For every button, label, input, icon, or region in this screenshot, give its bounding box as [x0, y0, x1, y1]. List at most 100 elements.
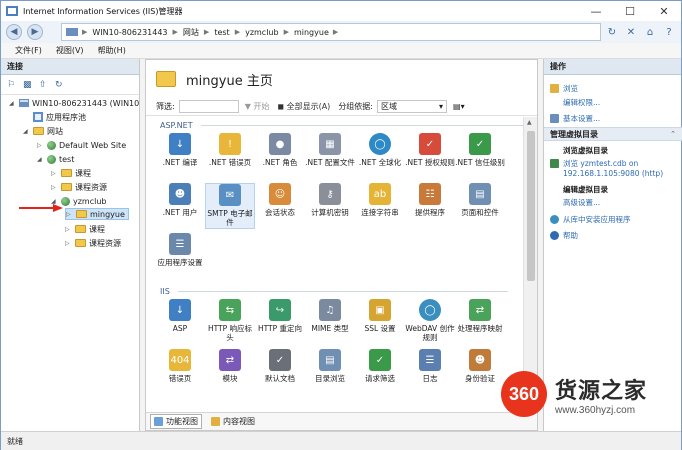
tree-node-course-2[interactable]: ▷ 课程 — [65, 223, 105, 235]
feature-pages-controls[interactable]: ▤ 页面和控件 — [455, 183, 505, 229]
home-icon[interactable]: ⌂ — [642, 24, 658, 40]
feature-webdav[interactable]: ◯ WebDAV 创作规则 — [405, 299, 455, 345]
feature-machine-key[interactable]: ⚷ 计算机密钥 — [305, 183, 355, 229]
refresh-icon[interactable]: ↻ — [604, 24, 620, 40]
expand-icon[interactable]: ▷ — [65, 226, 73, 233]
expand-icon[interactable]: ▷ — [51, 184, 59, 191]
feature-app-settings[interactable]: ☰ 应用程序设置 — [155, 233, 205, 279]
stop-icon[interactable]: ✕ — [623, 24, 639, 40]
forward-button[interactable]: ▶ — [27, 24, 43, 40]
tree-node-course-resources[interactable]: ▷ 课程资源 — [51, 181, 107, 193]
breadcrumb-mingyue[interactable]: mingyue — [294, 28, 329, 37]
action-install-from-gallery[interactable]: 从库中安装应用程序 — [550, 214, 631, 225]
feature-directory-browsing[interactable]: ▤ 目录浏览 — [305, 349, 355, 395]
tree-node-default-site[interactable]: ▷ Default Web Site — [37, 139, 126, 151]
tree-label: Default Web Site — [59, 140, 127, 150]
feature-request-filtering[interactable]: ✓ 请求筛选 — [355, 349, 405, 395]
globe-icon — [47, 140, 56, 150]
minimize-button[interactable]: — — [579, 1, 613, 21]
manage-vdir-section[interactable]: 管理虚拟目录 ⌃ — [544, 127, 682, 141]
feature-net-compile[interactable]: ↓ .NET 编译 — [155, 133, 205, 179]
feature-logging[interactable]: ☰ 日志 — [405, 349, 455, 395]
mime-icon: ♫ — [319, 299, 341, 321]
action-basic-settings[interactable]: 基本设置... — [550, 113, 600, 124]
collapse-icon[interactable]: ◢ — [9, 100, 17, 107]
breadcrumb-test[interactable]: test — [214, 28, 229, 37]
app-pool-icon — [33, 112, 43, 122]
close-button[interactable]: ✕ — [647, 1, 681, 21]
feature-http-response-headers[interactable]: ⇆ HTTP 响应标头 — [205, 299, 255, 345]
breadcrumb-yzmclub[interactable]: yzmclub — [245, 28, 279, 37]
filter-bar: 筛选: ▼ 开始 ◼ 全部显示(A) 分组依据: 区域 ▾ ▤▾ — [146, 98, 537, 116]
tree-node-mingyue[interactable]: ▷ mingyue — [65, 208, 129, 220]
feature-net-error-pages[interactable]: ! .NET 错误页 — [205, 133, 255, 179]
watermark-url: www.360hyzj.com — [555, 404, 636, 416]
key-icon: ⚷ — [319, 183, 341, 205]
expand-icon[interactable]: ▷ — [66, 211, 74, 218]
action-edit-permissions[interactable]: 编辑权限... — [563, 97, 600, 108]
feature-session-state[interactable]: ☺ 会话状态 — [255, 183, 305, 229]
tree-node-app-pools[interactable]: 应用程序池 — [23, 111, 86, 123]
feature-net-globalization[interactable]: ◯ .NET 全球化 — [355, 133, 405, 179]
menu-view[interactable]: 视图(V) — [56, 45, 84, 56]
log-icon: ☰ — [419, 349, 441, 371]
feature-net-trust-levels[interactable]: ✓ .NET 信任级别 — [455, 133, 505, 179]
feature-error-pages[interactable]: 404 错误页 — [155, 349, 205, 395]
tree-node-course-resources-2[interactable]: ▷ 课程资源 — [65, 237, 121, 249]
feature-net-profile[interactable]: ▦ .NET 配置文件 — [305, 133, 355, 179]
feature-handler-mappings[interactable]: ⇄ 处理程序映射 — [455, 299, 505, 345]
scroll-thumb[interactable] — [527, 131, 535, 281]
filter-input[interactable] — [178, 100, 239, 113]
view-toggle-icon[interactable]: ▤▾ — [453, 102, 465, 111]
start-button[interactable]: ▼ 开始 — [245, 101, 270, 112]
menu-help[interactable]: 帮助(H) — [98, 45, 126, 56]
tab-features-view[interactable]: 功能视图 — [150, 414, 202, 429]
tree-node-course[interactable]: ▷ 课程 — [51, 167, 91, 179]
feature-modules[interactable]: ⇄ 模块 — [205, 349, 255, 395]
feature-providers[interactable]: ☷ 提供程序 — [405, 183, 455, 229]
tree-node-server[interactable]: ◢ WIN10-806231443 (WIN10 — [9, 97, 139, 109]
refresh-tree-icon[interactable]: ↻ — [55, 79, 67, 91]
breadcrumb-sites[interactable]: 网站 — [183, 27, 199, 38]
tab-content-view[interactable]: 内容视图 — [208, 415, 258, 428]
expand-icon[interactable]: ▷ — [51, 170, 59, 177]
breadcrumb-server[interactable]: WIN10-806231443 — [92, 28, 167, 37]
section-iis: IIS — [160, 287, 508, 296]
expand-icon[interactable]: ▷ — [37, 142, 45, 149]
back-button[interactable]: ◀ — [6, 24, 22, 40]
feature-net-users[interactable]: ☻ .NET 用户 — [155, 183, 205, 229]
feature-default-document[interactable]: ✓ 默认文档 — [255, 349, 305, 395]
feature-net-roles[interactable]: ● .NET 角色 — [255, 133, 305, 179]
address-bar[interactable]: ▶ WIN10-806231443 ▶ 网站 ▶ test ▶ yzmclub ▶ min… — [61, 23, 601, 41]
menu-file[interactable]: 文件(F) — [15, 45, 42, 56]
collapse-icon[interactable]: ◢ — [37, 156, 45, 163]
features-list: ASP.NET ↓ .NET 编译 ! .NET 错误页 ● .NET 角色 ▦ .NE… — [146, 117, 523, 411]
show-all-button[interactable]: ◼ 全部显示(A) — [277, 101, 330, 112]
up-icon[interactable]: ⇧ — [39, 79, 51, 91]
providers-icon: ☷ — [419, 183, 441, 205]
help-icon[interactable]: ? — [661, 24, 677, 40]
feature-http-redirect[interactable]: ↪ HTTP 重定向 — [255, 299, 305, 345]
group-by-select[interactable]: 区域 ▾ — [377, 100, 448, 113]
action-help[interactable]: 帮助 — [550, 230, 578, 241]
iis-app-icon — [6, 6, 18, 16]
feature-net-authorization[interactable]: ✓ .NET 授权规则 — [405, 133, 455, 179]
tree-node-sites[interactable]: ◢ 网站 — [23, 125, 63, 137]
action-browse[interactable]: 浏览 — [550, 83, 578, 94]
collapse-icon[interactable]: ◢ — [23, 128, 31, 135]
action-browse-address[interactable]: 192.168.1.105:9080 (http) — [563, 169, 663, 178]
feature-mime-types[interactable]: ♫ MIME 类型 — [305, 299, 355, 345]
feature-connection-strings[interactable]: ab 连接字符串 — [355, 183, 405, 229]
maximize-button[interactable]: ☐ — [613, 1, 647, 21]
expand-icon[interactable]: ▷ — [65, 240, 73, 247]
address-row: ◀ ▶ ▶ WIN10-806231443 ▶ 网站 ▶ test ▶ yzmclub … — [1, 21, 681, 43]
connect-icon[interactable]: ⚐ — [7, 79, 19, 91]
action-advanced-settings[interactable]: 高级设置... — [563, 197, 600, 208]
feature-authentication[interactable]: ☻ 身份验证 — [455, 349, 505, 395]
tree-node-test[interactable]: ◢ test — [37, 153, 74, 165]
feature-ssl-settings[interactable]: ▣ SSL 设置 — [355, 299, 405, 345]
save-icon[interactable]: ▩ — [23, 79, 35, 91]
feature-asp[interactable]: ↓ ASP — [155, 299, 205, 345]
feature-smtp-email[interactable]: ✉ SMTP 电子邮件 — [205, 183, 255, 229]
action-browse-link[interactable]: 浏览 yzmtest.cdb on — [550, 158, 638, 169]
